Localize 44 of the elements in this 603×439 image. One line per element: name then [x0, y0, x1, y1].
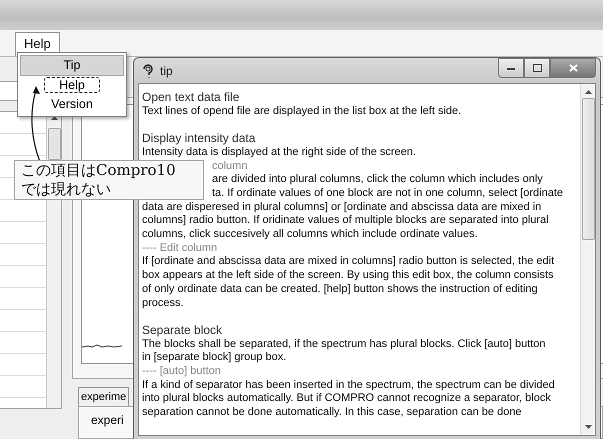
- text-line: in [separate block] group box.: [142, 351, 286, 364]
- text-line: If a kind of separator has been inserted in the spectrum, the spectrum can be divided: [142, 378, 555, 391]
- text-line: data are disperesed in plural columns] or [ordinate and abscissa data are mixed in: [142, 200, 542, 213]
- menu-item[interactable]: Help: [20, 76, 124, 95]
- tab[interactable]: experime: [78, 387, 130, 406]
- text-line: Intensity data is displayed at the right side of the screen.: [142, 146, 416, 158]
- text-line: separation cannot be done automatically. In this case, separation can be done: [142, 406, 522, 418]
- note-text: では現れない: [21, 180, 112, 199]
- group-label: experi: [91, 413, 124, 427]
- menu-item[interactable]: Tip: [20, 55, 124, 76]
- scrollbar[interactable]: [580, 84, 595, 435]
- note-text: この項目はCompro10: [21, 161, 177, 180]
- up-arrow-icon[interactable]: [50, 116, 58, 120]
- section-heading: Open text data file: [142, 90, 240, 104]
- spectrum-line: [82, 343, 122, 349]
- menu-item[interactable]: Version: [20, 95, 124, 114]
- text-line: box appears at the left side of the screen. By using this edit box, the column consists: [142, 269, 554, 282]
- text-line: columns, click succesively all columns which include ordinate values.: [142, 228, 478, 240]
- subheading: ---- Edit column: [142, 242, 218, 254]
- close-icon: [568, 64, 578, 72]
- scroll-thumb[interactable]: [48, 128, 60, 160]
- help-icon: [142, 64, 154, 78]
- minimize-icon: [507, 66, 515, 70]
- text-line: process.: [142, 296, 184, 309]
- text-line: If [ordinate and abscissa data are mixed in columns] radio button is selected, the edit: [142, 255, 554, 268]
- maximize-button[interactable]: [524, 58, 550, 78]
- minimize-button[interactable]: [498, 58, 524, 78]
- text-line: are divided into plural columns, click the column which includes only: [212, 173, 543, 186]
- text-line: ta. If ordinate values of one block are not in one column, select [ordinate: [212, 186, 563, 199]
- subheading: ---- [auto] button: [142, 365, 221, 378]
- text-line: into plural blocks automatically. But if COMPRO cannot recognize a separator, block: [142, 392, 551, 404]
- window-title: tip: [160, 64, 173, 78]
- text-line: columns] radio button. If oridinate values of multiple blocks are separated into plural: [142, 214, 549, 226]
- subheading: column: [212, 160, 248, 172]
- close-button[interactable]: [550, 58, 596, 78]
- down-arrow-icon[interactable]: [584, 425, 592, 429]
- section-heading: Display intensity data: [142, 131, 256, 146]
- section-heading: Separate block: [142, 322, 222, 337]
- maximize-icon: [532, 64, 542, 72]
- text-line: Text lines of opend file are displayed in the list box at the left side.: [142, 104, 462, 117]
- text-line: The blocks shall be separated, if the spectrum has plural blocks. Click [auto] button: [142, 338, 546, 350]
- text-line: of only ordinate data can be created. [help] button shows the instruction of editing: [142, 282, 538, 295]
- up-arrow-icon[interactable]: [584, 90, 592, 94]
- scroll-thumb[interactable]: [582, 98, 594, 240]
